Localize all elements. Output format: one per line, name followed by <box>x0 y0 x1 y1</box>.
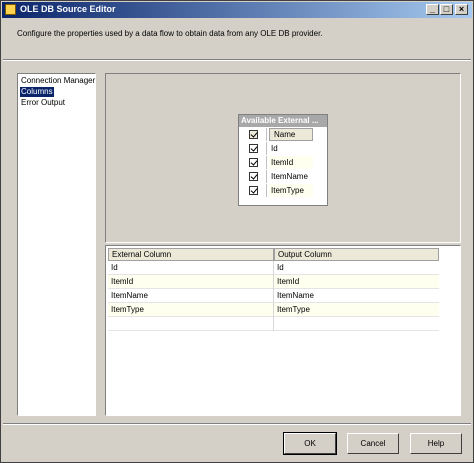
table-row-empty[interactable] <box>108 317 439 331</box>
external-column-cell[interactable] <box>108 317 274 331</box>
nav-item-columns[interactable]: Columns <box>20 87 54 97</box>
dialog-description: Configure the properties used by a data … <box>17 29 323 38</box>
window-title: OLE DB Source Editor <box>20 4 116 14</box>
ok-button[interactable]: OK <box>283 432 337 455</box>
table-row[interactable]: ItemType ItemType <box>108 303 439 317</box>
column-name: ItemType <box>269 184 313 197</box>
available-column-row: ItemName <box>241 170 325 183</box>
minimize-button[interactable]: _ <box>426 4 439 15</box>
name-column-header[interactable]: Name <box>269 128 313 141</box>
available-column-row: ItemType <box>241 184 325 197</box>
column-checkbox[interactable] <box>249 144 258 153</box>
app-icon <box>5 4 16 15</box>
output-column-cell[interactable]: ItemId <box>274 275 439 289</box>
column-name: Id <box>271 144 278 153</box>
title-bar[interactable]: OLE DB Source Editor _ □ × <box>2 2 472 18</box>
footer-divider <box>3 423 471 425</box>
external-column-cell[interactable]: ItemType <box>108 303 274 317</box>
cancel-button[interactable]: Cancel <box>347 433 399 454</box>
column-name: ItemId <box>269 156 313 169</box>
output-column-header[interactable]: Output Column <box>274 248 439 261</box>
available-column-row: ItemId <box>241 156 325 169</box>
close-button[interactable]: × <box>455 4 468 15</box>
available-column-row: Id <box>241 142 325 155</box>
column-checkbox[interactable] <box>249 158 258 167</box>
external-column-header[interactable]: External Column <box>108 248 274 261</box>
external-column-cell[interactable]: ItemName <box>108 289 274 303</box>
output-column-cell[interactable] <box>274 317 439 331</box>
table-row[interactable]: ItemName ItemName <box>108 289 439 303</box>
column-name: ItemName <box>271 172 308 181</box>
header-divider <box>3 59 471 61</box>
nav-item-connection-manager[interactable]: Connection Manager <box>20 76 96 86</box>
maximize-button[interactable]: □ <box>440 4 453 15</box>
ole-db-source-editor-window: OLE DB Source Editor _ □ × Configure the… <box>0 0 474 463</box>
output-column-cell[interactable]: Id <box>274 261 439 275</box>
table-row[interactable]: ItemId ItemId <box>108 275 439 289</box>
output-column-cell[interactable]: ItemName <box>274 289 439 303</box>
column-mapping-grid: External Column Output Column Id Id Item… <box>105 245 461 416</box>
select-all-checkbox[interactable] <box>249 130 258 139</box>
table-row[interactable]: Id Id <box>108 261 439 275</box>
available-columns-title[interactable]: Available External ... <box>239 115 327 127</box>
output-column-cell[interactable]: ItemType <box>274 303 439 317</box>
available-external-columns-box: Available External ... Name Id ItemId It… <box>238 114 328 206</box>
external-column-cell[interactable]: Id <box>108 261 274 275</box>
nav-item-error-output[interactable]: Error Output <box>20 98 66 108</box>
help-button[interactable]: Help <box>410 433 462 454</box>
column-checkbox[interactable] <box>249 186 258 195</box>
page-nav-list: Connection Manager Columns Error Output <box>17 73 96 416</box>
column-checkbox[interactable] <box>249 172 258 181</box>
available-columns-header: Name <box>241 128 325 141</box>
external-column-cell[interactable]: ItemId <box>108 275 274 289</box>
